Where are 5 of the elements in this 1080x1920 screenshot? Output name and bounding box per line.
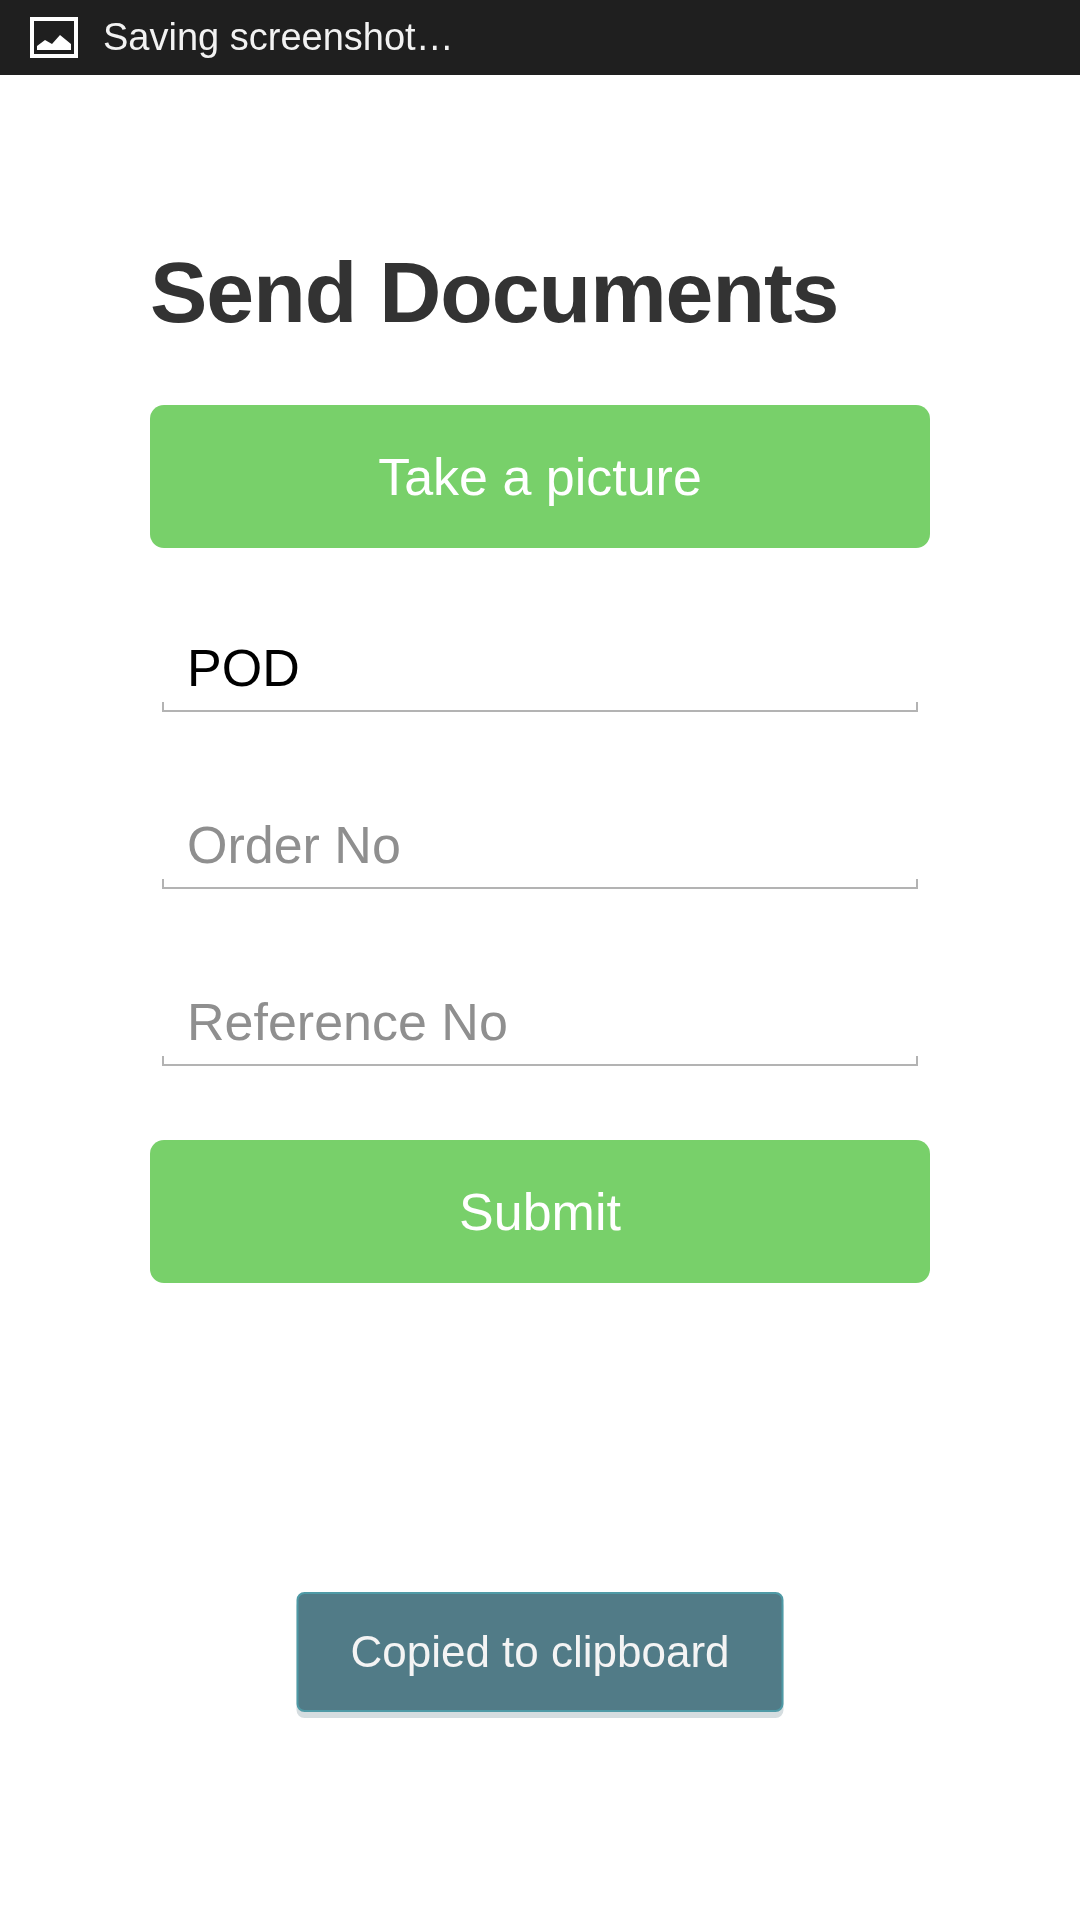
page-title: Send Documents — [150, 243, 839, 342]
notification-text: Saving screenshot… — [103, 16, 454, 59]
submit-button[interactable]: Submit — [150, 1140, 930, 1283]
take-picture-button[interactable]: Take a picture — [150, 405, 930, 548]
image-icon — [30, 17, 78, 58]
